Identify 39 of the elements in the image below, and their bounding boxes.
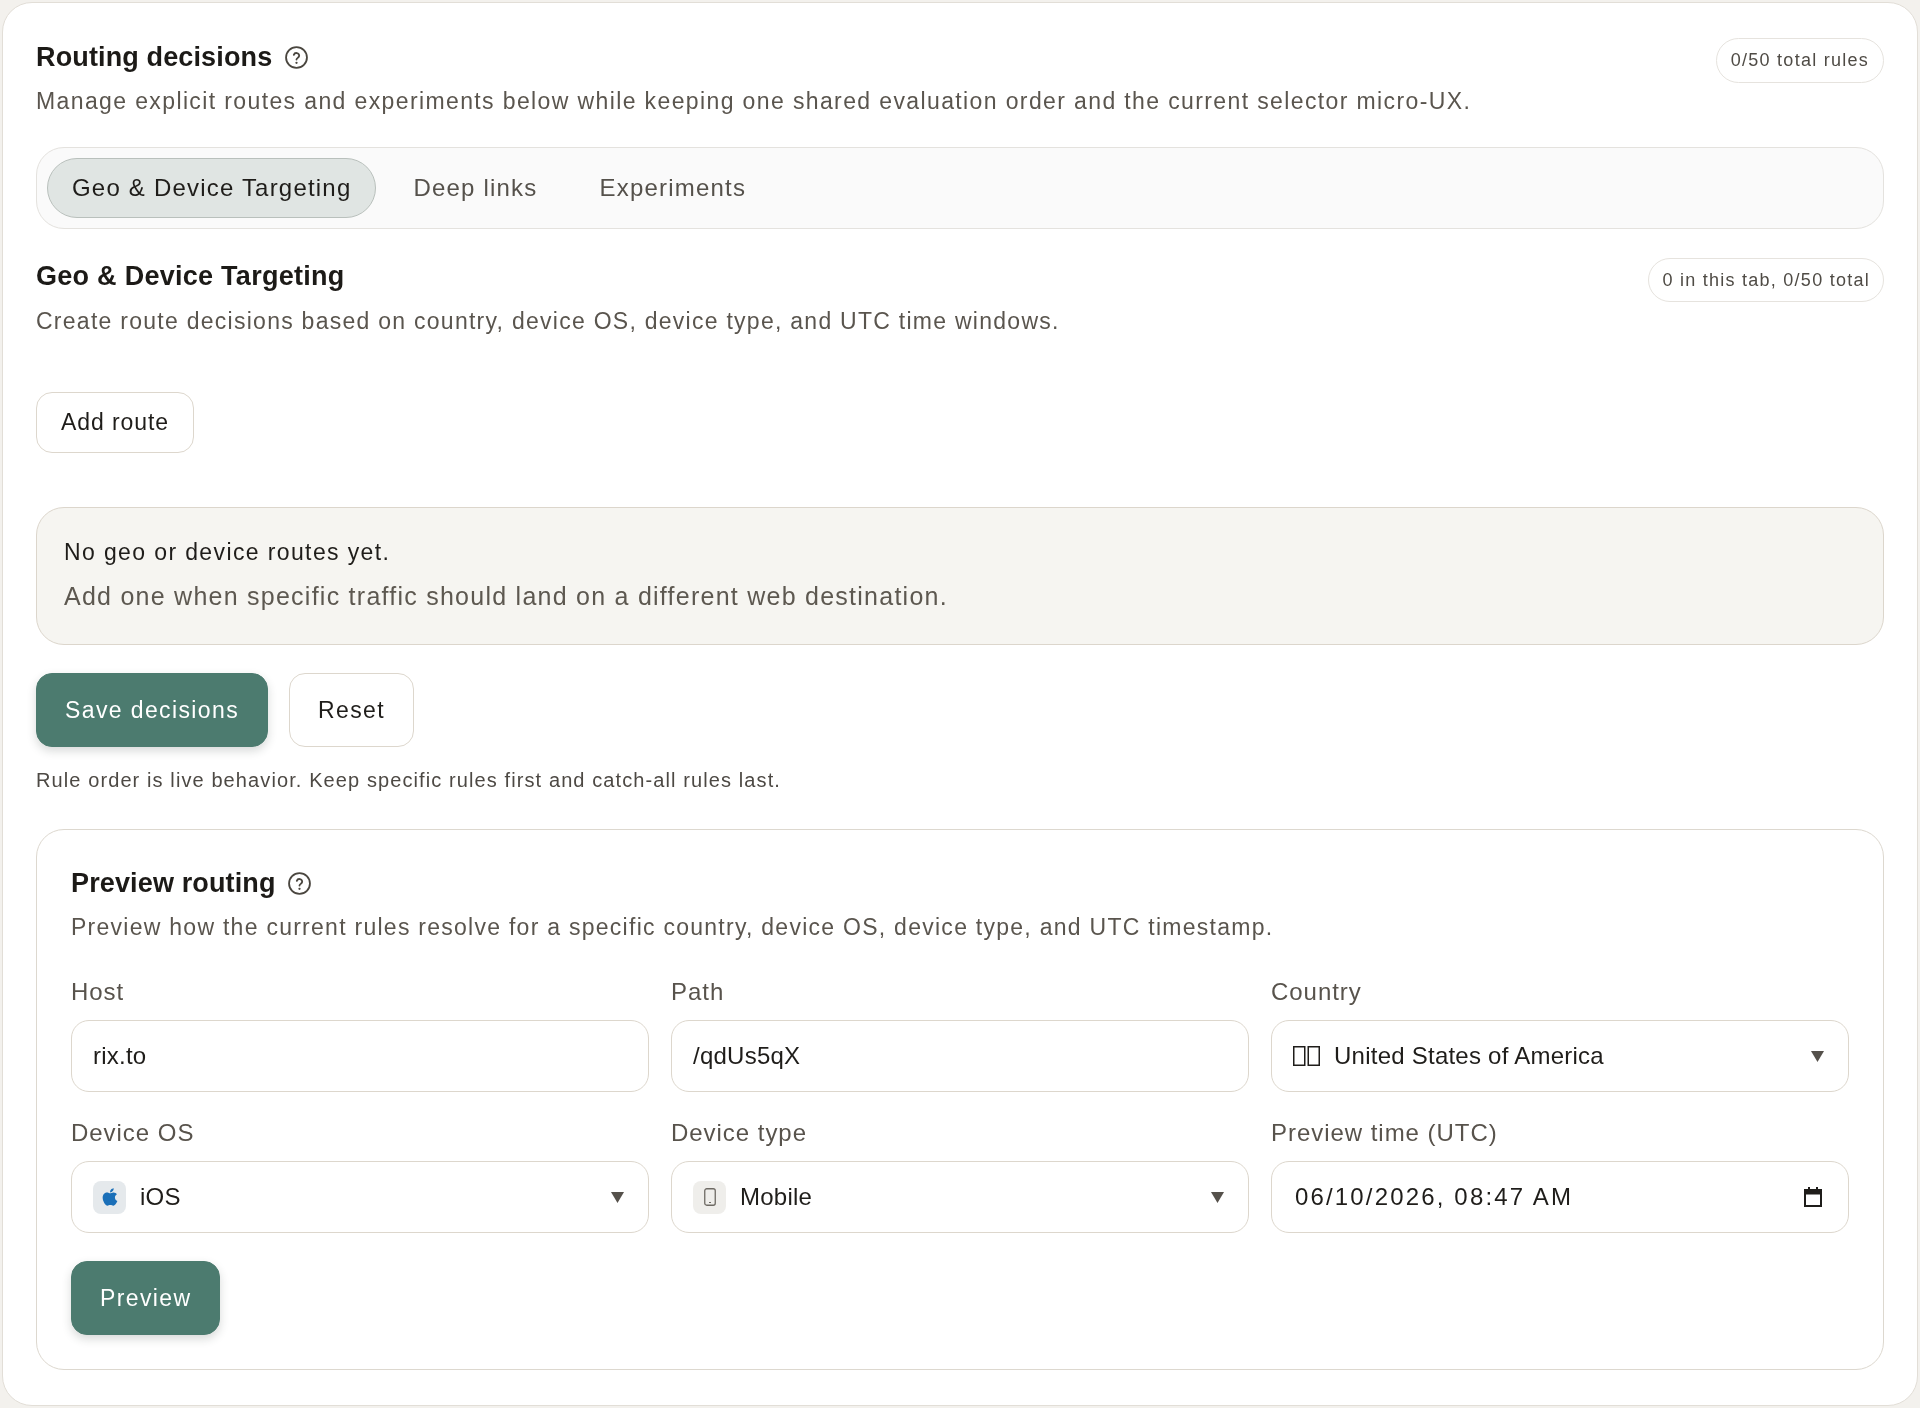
field-label: Host [71,977,125,1007]
tab[interactable]: Experiments [574,158,772,218]
empty-state-message: Add one when specific traffic should land on a different web destination. [64,581,948,612]
panel-description: Manage explicit routes and experiments below while keeping one shared evaluation order and the current selector micro-UX. [36,87,1472,116]
count-badge: 0/50 total rules [1715,38,1884,83]
reset-button[interactable]: Reset [289,673,414,747]
caret-icon [1211,1191,1224,1203]
preview-button[interactable]: Preview [71,1261,221,1335]
phone-icon [693,1180,726,1214]
preview-description: Preview how the current rules resolve for a specific country, device OS, device type, and UTC timestamp. [71,913,1274,942]
help-icon[interactable] [287,871,311,895]
section-description: Create route decisions based on country, device OS, device type, and UTC time windows. [36,307,1060,336]
missing-glyph-icon [1293,1046,1320,1066]
calendar-icon[interactable] [1804,1187,1822,1207]
help-icon[interactable] [285,45,309,69]
tab[interactable]: Deep links [388,158,563,218]
field-label: Device type [671,1118,807,1148]
apple-icon [93,1180,126,1214]
select-dropdown[interactable]: Mobile [671,1161,1249,1233]
caret-icon [611,1191,624,1203]
datetime-input[interactable]: 06/10/2026, 08:47 AM [1271,1161,1849,1233]
empty-state-title: No geo or device routes yet. [64,538,391,566]
add-route-button[interactable]: Add route [36,392,195,453]
select-dropdown[interactable]: United States of America [1271,1020,1849,1092]
text-input[interactable]: /qdUs5qX [671,1020,1249,1092]
select-dropdown[interactable]: iOS [71,1161,649,1233]
preview-title: Preview routing [71,867,276,900]
panel-title: Routing decisions [36,41,273,74]
rule-order-note: Rule order is live behavior. Keep specific rules first and catch-all rules last. [36,768,781,792]
text-input[interactable]: rix.to [71,1020,649,1092]
field-label: Path [671,977,725,1007]
field-label: Country [1271,977,1362,1007]
caret-icon [1811,1050,1824,1062]
count-badge: 0 in this tab, 0/50 total [1648,258,1884,302]
section-title: Geo & Device Targeting [36,260,345,293]
save-button[interactable]: Save decisions [36,673,269,747]
field-label: Preview time (UTC) [1271,1118,1498,1148]
tab[interactable]: Geo & Device Targeting [47,158,377,218]
field-label: Device OS [71,1118,195,1148]
